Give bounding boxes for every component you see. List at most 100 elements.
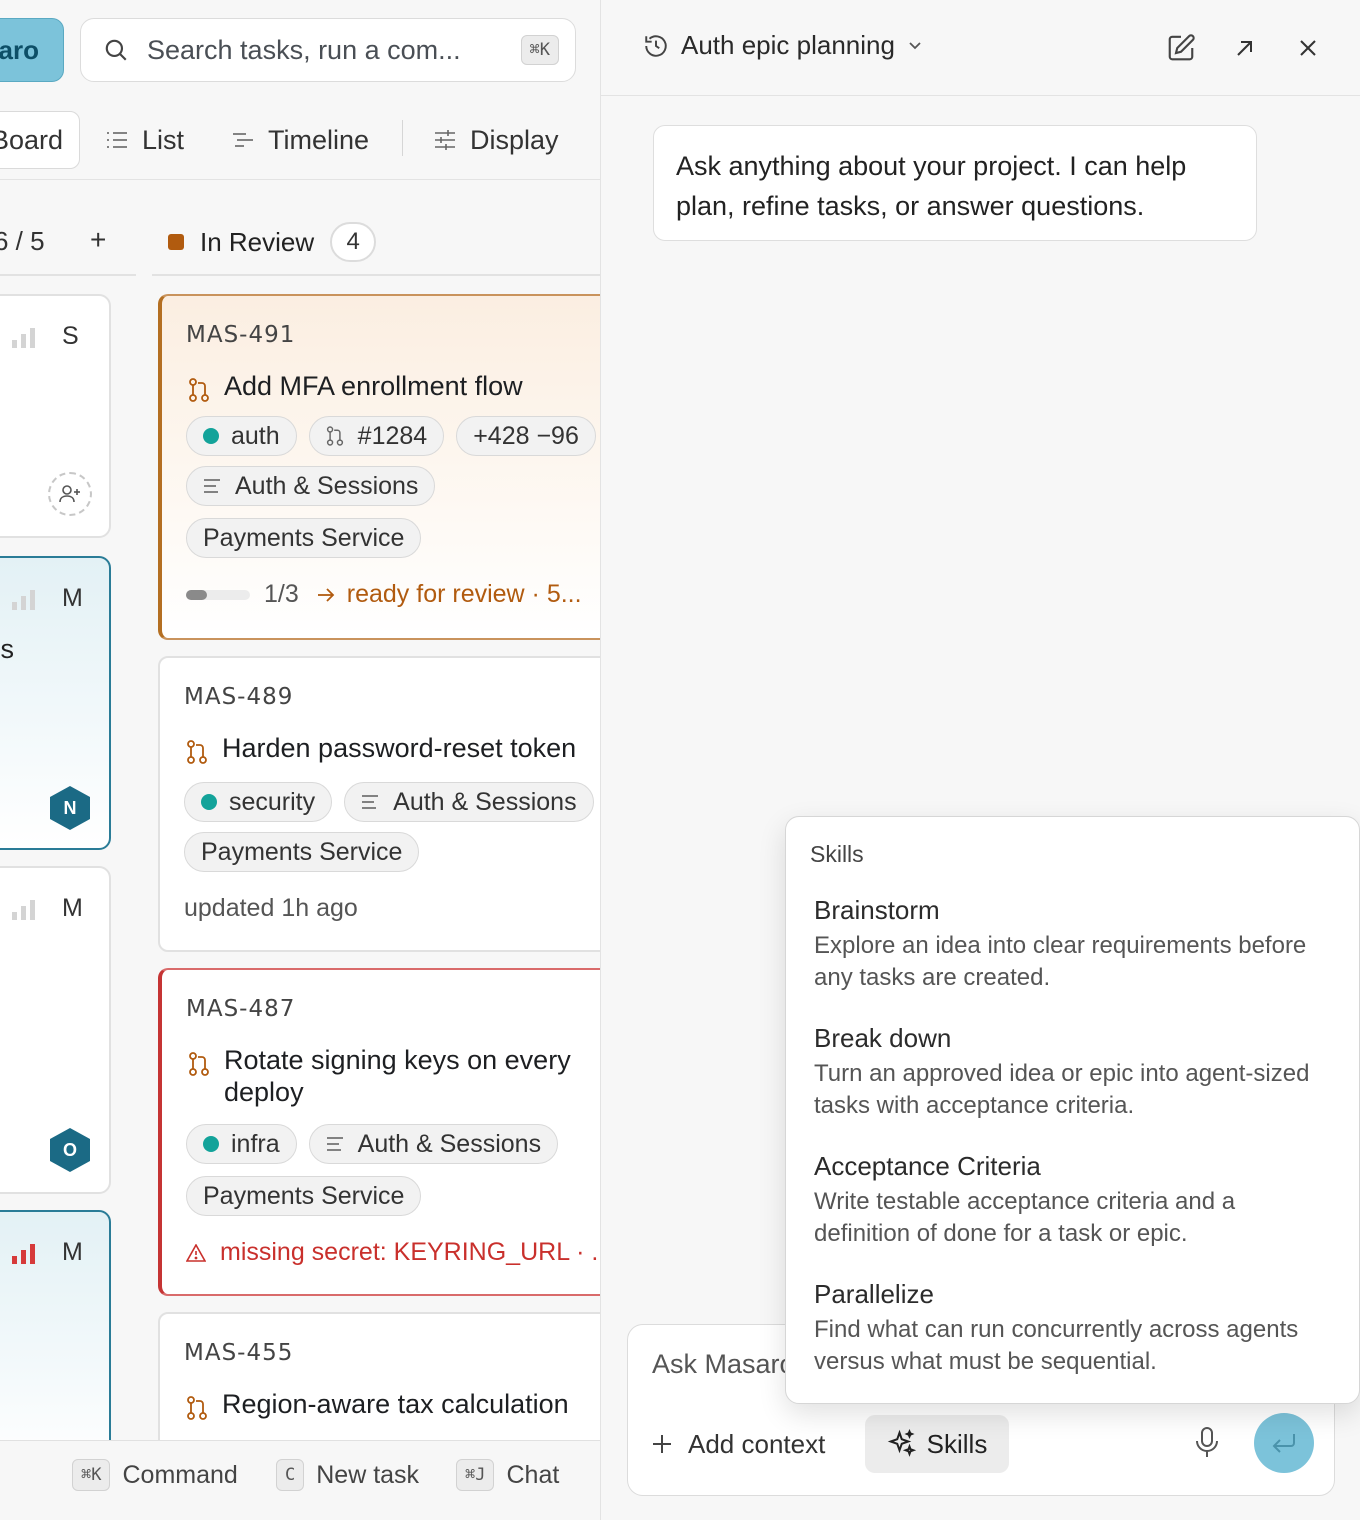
- label-dot: [203, 428, 219, 444]
- skill-description: Write testable acceptance criteria and a…: [814, 1188, 1236, 1247]
- app-root: aro Search tasks, run a com... ⌘K Board …: [0, 0, 1360, 1520]
- skill-name: Break down: [814, 1023, 952, 1053]
- service-chip[interactable]: Payments Service: [186, 518, 422, 558]
- label-dot: [203, 1136, 219, 1152]
- label-text: infra: [231, 1129, 280, 1158]
- updated-time: updated 1h ago: [184, 894, 358, 922]
- add-user-icon: [59, 485, 80, 503]
- service-chip[interactable]: Payments Service: [186, 1176, 422, 1216]
- hint-label: Chat: [506, 1460, 560, 1489]
- tab-timeline-label: Timeline: [268, 124, 370, 155]
- send-button[interactable]: [1254, 1413, 1314, 1473]
- label-dot: [201, 794, 217, 810]
- card-title-fragment: ith: [0, 1288, 1, 1319]
- skill-name: Parallelize: [814, 1279, 934, 1309]
- chat-title: Auth epic planning: [681, 30, 895, 60]
- task-card-partial-3[interactable]: M O: [0, 866, 111, 1194]
- add-context-label: Add context: [688, 1428, 826, 1459]
- chip-row: Payments Service: [184, 832, 431, 872]
- hint-new-task[interactable]: C New task: [276, 1459, 419, 1491]
- subtask-progress-bar: [186, 589, 250, 600]
- chat-session-picker[interactable]: Auth epic planning: [643, 30, 923, 61]
- hint-chat[interactable]: ⌘J Chat: [456, 1459, 559, 1491]
- size-label: M: [62, 584, 83, 612]
- microphone-button[interactable]: [1196, 1427, 1218, 1464]
- chevron-down-icon: [909, 41, 921, 49]
- view-switcher: Board List Timeline Display: [0, 96, 600, 180]
- add-task-button[interactable]: +: [90, 224, 106, 256]
- close-icon: [1300, 40, 1316, 56]
- label-chip[interactable]: infra: [186, 1124, 297, 1164]
- skills-button[interactable]: Skills: [865, 1415, 1009, 1473]
- chat-header: Auth epic planning: [601, 0, 1360, 96]
- chip-row: Payments Service: [186, 518, 433, 558]
- task-title-row: Harden password-reset token: [186, 732, 600, 764]
- avatar: N: [50, 786, 90, 830]
- task-card-partial-2[interactable]: M ces ... N: [0, 556, 111, 850]
- hint-key: C: [276, 1459, 305, 1491]
- service-chip[interactable]: Payments Service: [184, 832, 420, 872]
- hint-key: ⌘K: [72, 1459, 111, 1491]
- column-count: 4: [330, 222, 377, 262]
- hint-command[interactable]: ⌘K Command: [72, 1459, 238, 1491]
- column-wip-count: 6 / 5: [0, 226, 45, 256]
- new-chat-button[interactable]: [1163, 30, 1199, 66]
- tab-board[interactable]: Board: [0, 111, 80, 169]
- tab-timeline[interactable]: Timeline: [214, 111, 387, 169]
- epic-chip[interactable]: Auth & Sessions: [186, 466, 436, 506]
- task-card[interactable]: MAS-487 Rotate signing keys on every dep…: [158, 968, 600, 1296]
- skill-break-down[interactable]: Break down Turn an approved idea or epic…: [814, 1023, 1334, 1122]
- shortcut-bar: ⌘K Command C New task ⌘J Chat: [0, 1440, 600, 1520]
- assign-user-button[interactable]: [48, 472, 92, 516]
- tab-list[interactable]: List: [88, 111, 202, 169]
- task-card[interactable]: MAS-489 Harden password-reset token secu…: [158, 656, 600, 952]
- pull-request-icon: [189, 378, 209, 402]
- tab-display[interactable]: Display: [416, 111, 577, 169]
- history-icon: [645, 34, 667, 57]
- board-topbar: aro Search tasks, run a com... ⌘K: [0, 0, 600, 96]
- skill-brainstorm[interactable]: Brainstorm Explore an idea into clear re…: [814, 895, 1334, 994]
- chip-row: Auth & Sessions: [186, 466, 447, 506]
- add-context-button[interactable]: Add context: [650, 1415, 825, 1473]
- skill-parallelize[interactable]: Parallelize Find what can run concurrent…: [814, 1279, 1334, 1378]
- priority-low-icon: [12, 900, 35, 920]
- card-footer: 1/3 ready for review · 5...: [186, 580, 582, 609]
- epic-chip[interactable]: Auth & Sessions: [344, 782, 594, 822]
- skill-name: Acceptance Criteria: [814, 1151, 1041, 1181]
- card-footer: missing secret: KEYRING_URL · ...: [186, 1238, 600, 1267]
- skill-description: Turn an approved idea or epic into agent…: [814, 1060, 1310, 1119]
- skill-description: Explore an idea into clear requirements …: [814, 932, 1307, 991]
- sparkles-icon: [887, 1429, 916, 1457]
- skill-acceptance-criteria[interactable]: Acceptance Criteria Write testable accep…: [814, 1151, 1334, 1250]
- search-shortcut: ⌘K: [520, 35, 559, 65]
- task-card-partial-1[interactable]: S n: [0, 294, 111, 538]
- search-box[interactable]: Search tasks, run a com... ⌘K: [80, 18, 576, 82]
- tab-display-label: Display: [470, 124, 559, 155]
- enter-icon: [1272, 1434, 1295, 1453]
- workspace-button[interactable]: aro: [0, 18, 64, 82]
- size-label: S: [62, 322, 79, 350]
- task-card-partial-4[interactable]: M ith: [0, 1210, 111, 1470]
- status-square-icon: [168, 234, 184, 250]
- list-icon: [107, 132, 127, 148]
- card-footer: updated 1h ago: [184, 894, 358, 923]
- size-label: M: [62, 1238, 83, 1266]
- column-header-previous: 6 / 5 +: [0, 210, 136, 276]
- chat-input[interactable]: Ask Masaro: [652, 1349, 795, 1380]
- label-chip[interactable]: auth: [186, 416, 297, 456]
- task-card[interactable]: MAS-491 Add MFA enrollment flow auth #12…: [158, 294, 600, 640]
- chat-panel: Auth epic planning Ask anything about yo…: [601, 0, 1360, 1520]
- hint-label: New task: [316, 1460, 420, 1489]
- pull-request-icon: [187, 1396, 207, 1420]
- expand-button[interactable]: [1227, 30, 1263, 66]
- pr-chip[interactable]: #1284: [308, 416, 445, 456]
- skills-popover: Skills Brainstorm Explore an idea into c…: [785, 816, 1360, 1404]
- tab-board-label: Board: [0, 124, 64, 155]
- subtask-count: 1/3: [264, 580, 299, 608]
- epic-icon: [362, 795, 379, 809]
- epic-chip[interactable]: Auth & Sessions: [308, 1124, 559, 1164]
- skill-name: Brainstorm: [814, 895, 940, 925]
- label-chip[interactable]: security: [184, 782, 333, 822]
- card-title-fragment: ces: [0, 634, 15, 664]
- close-button[interactable]: [1290, 30, 1326, 66]
